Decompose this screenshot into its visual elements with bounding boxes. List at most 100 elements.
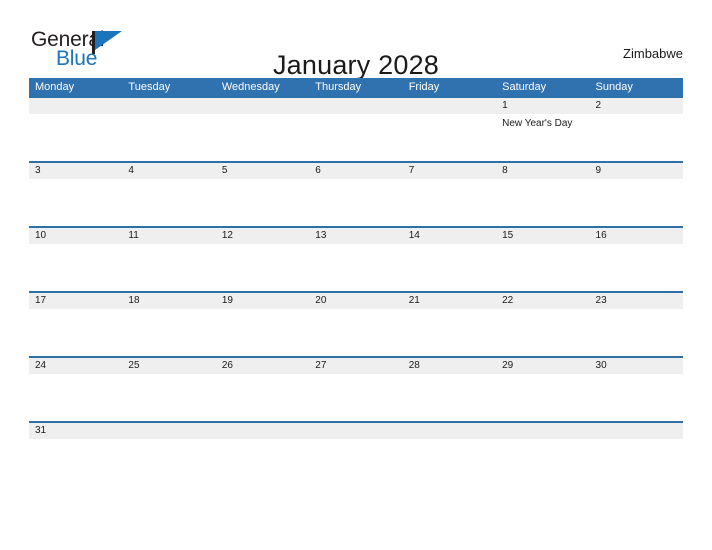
day-event[interactable] xyxy=(29,439,122,486)
day-number[interactable]: 13 xyxy=(309,228,402,244)
week-date-band: 17 18 19 20 21 22 23 xyxy=(29,293,683,309)
day-event[interactable] xyxy=(309,439,402,486)
day-number[interactable] xyxy=(590,423,683,439)
day-event[interactable] xyxy=(216,179,309,226)
day-number[interactable]: 7 xyxy=(403,163,496,179)
day-number[interactable]: 5 xyxy=(216,163,309,179)
day-event[interactable] xyxy=(309,179,402,226)
day-event[interactable] xyxy=(403,114,496,161)
day-number[interactable] xyxy=(122,423,215,439)
day-number[interactable]: 4 xyxy=(122,163,215,179)
day-event[interactable] xyxy=(216,374,309,421)
day-number[interactable] xyxy=(216,98,309,114)
day-number[interactable]: 8 xyxy=(496,163,589,179)
day-number[interactable]: 10 xyxy=(29,228,122,244)
day-event[interactable] xyxy=(590,439,683,486)
day-event[interactable] xyxy=(122,309,215,356)
day-number[interactable]: 6 xyxy=(309,163,402,179)
day-event[interactable] xyxy=(590,374,683,421)
day-event[interactable] xyxy=(403,179,496,226)
day-number[interactable] xyxy=(122,98,215,114)
day-event[interactable] xyxy=(122,179,215,226)
day-number[interactable]: 3 xyxy=(29,163,122,179)
day-event[interactable] xyxy=(122,374,215,421)
day-number[interactable]: 29 xyxy=(496,358,589,374)
day-number[interactable]: 9 xyxy=(590,163,683,179)
day-event[interactable] xyxy=(590,114,683,161)
week-row: 10 11 12 13 14 15 16 xyxy=(29,226,683,291)
day-number[interactable]: 21 xyxy=(403,293,496,309)
day-number[interactable]: 26 xyxy=(216,358,309,374)
day-event[interactable] xyxy=(29,309,122,356)
day-event[interactable] xyxy=(122,244,215,291)
day-number[interactable] xyxy=(29,98,122,114)
day-event[interactable] xyxy=(309,374,402,421)
day-event[interactable] xyxy=(216,114,309,161)
day-event[interactable] xyxy=(403,374,496,421)
week-row: 31 xyxy=(29,421,683,486)
weekday-header-saturday: Saturday xyxy=(502,81,547,93)
day-event[interactable] xyxy=(496,179,589,226)
day-number[interactable]: 28 xyxy=(403,358,496,374)
day-event[interactable]: New Year's Day xyxy=(496,114,589,161)
day-number[interactable] xyxy=(309,423,402,439)
day-event[interactable] xyxy=(496,439,589,486)
day-number[interactable]: 23 xyxy=(590,293,683,309)
week-event-band xyxy=(29,309,683,356)
day-event[interactable] xyxy=(29,244,122,291)
day-event[interactable] xyxy=(590,244,683,291)
day-number[interactable] xyxy=(403,98,496,114)
page-header: General Blue January 2028 Zimbabwe xyxy=(0,0,712,80)
day-event[interactable] xyxy=(29,114,122,161)
day-number[interactable]: 12 xyxy=(216,228,309,244)
weekday-header-thursday: Thursday xyxy=(315,81,362,93)
day-number[interactable]: 15 xyxy=(496,228,589,244)
day-number[interactable]: 1 xyxy=(496,98,589,114)
day-event[interactable] xyxy=(403,244,496,291)
day-event[interactable] xyxy=(403,309,496,356)
day-number[interactable]: 18 xyxy=(122,293,215,309)
day-event[interactable] xyxy=(496,374,589,421)
day-number[interactable]: 31 xyxy=(29,423,122,439)
day-number[interactable] xyxy=(216,423,309,439)
day-event[interactable] xyxy=(216,309,309,356)
day-number[interactable]: 27 xyxy=(309,358,402,374)
week-date-band: 10 11 12 13 14 15 16 xyxy=(29,228,683,244)
day-event[interactable] xyxy=(309,309,402,356)
day-number[interactable]: 22 xyxy=(496,293,589,309)
flag-sail xyxy=(95,31,122,50)
day-event[interactable] xyxy=(309,244,402,291)
day-event[interactable] xyxy=(496,309,589,356)
day-event[interactable] xyxy=(590,179,683,226)
day-event[interactable] xyxy=(122,439,215,486)
day-number[interactable]: 14 xyxy=(403,228,496,244)
day-number[interactable] xyxy=(403,423,496,439)
day-number[interactable]: 2 xyxy=(590,98,683,114)
day-number[interactable]: 16 xyxy=(590,228,683,244)
day-event[interactable] xyxy=(216,244,309,291)
day-event[interactable] xyxy=(29,374,122,421)
week-event-band xyxy=(29,439,683,486)
day-number[interactable]: 20 xyxy=(309,293,402,309)
day-event[interactable] xyxy=(590,309,683,356)
weekday-header-sunday: Sunday xyxy=(595,81,633,93)
day-number[interactable]: 30 xyxy=(590,358,683,374)
day-number[interactable]: 11 xyxy=(122,228,215,244)
day-number[interactable] xyxy=(496,423,589,439)
week-event-band xyxy=(29,179,683,226)
day-number[interactable]: 17 xyxy=(29,293,122,309)
day-number[interactable]: 24 xyxy=(29,358,122,374)
day-event[interactable] xyxy=(216,439,309,486)
weekday-header-row: Monday Tuesday Wednesday Thursday Friday… xyxy=(29,78,683,96)
week-date-band: 31 xyxy=(29,423,683,439)
day-number[interactable]: 25 xyxy=(122,358,215,374)
day-number[interactable] xyxy=(309,98,402,114)
day-number[interactable]: 19 xyxy=(216,293,309,309)
day-event[interactable] xyxy=(496,244,589,291)
day-event[interactable] xyxy=(309,114,402,161)
week-row: 1 2 New Year's Day xyxy=(29,96,683,161)
day-event[interactable] xyxy=(122,114,215,161)
day-event[interactable] xyxy=(403,439,496,486)
week-row: 17 18 19 20 21 22 23 xyxy=(29,291,683,356)
day-event[interactable] xyxy=(29,179,122,226)
